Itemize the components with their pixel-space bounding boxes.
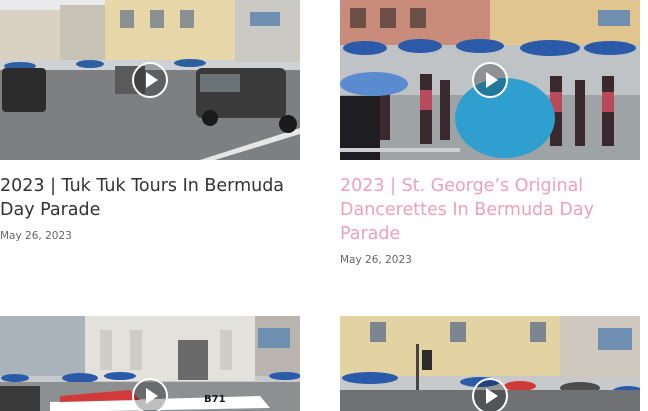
play-icon — [145, 72, 158, 88]
play-button[interactable] — [472, 378, 508, 411]
post-card: 2023 | St. George’s Original Dancerettes… — [340, 0, 640, 266]
video-thumbnail[interactable] — [340, 0, 640, 160]
post-card — [340, 316, 640, 411]
post-card: 2023 | Tuk Tuk Tours In Bermuda Day Para… — [0, 0, 300, 242]
post-card: B71 — [0, 316, 300, 411]
play-icon — [485, 388, 498, 404]
play-icon — [485, 72, 498, 88]
video-thumbnail[interactable] — [0, 0, 300, 160]
play-icon — [145, 388, 158, 404]
play-button[interactable] — [132, 62, 168, 98]
play-button[interactable] — [472, 62, 508, 98]
post-date: May 26, 2023 — [340, 254, 412, 266]
video-thumbnail[interactable] — [340, 316, 640, 411]
post-title[interactable]: 2023 | St. George’s Original Dancerettes… — [340, 174, 640, 246]
post-date: May 26, 2023 — [0, 230, 72, 242]
play-button[interactable] — [132, 378, 168, 411]
post-grid: 2023 | Tuk Tuk Tours In Bermuda Day Para… — [0, 0, 648, 411]
boat-number-label: B71 — [204, 394, 226, 405]
video-thumbnail[interactable]: B71 — [0, 316, 300, 411]
post-title[interactable]: 2023 | Tuk Tuk Tours In Bermuda Day Para… — [0, 174, 300, 222]
